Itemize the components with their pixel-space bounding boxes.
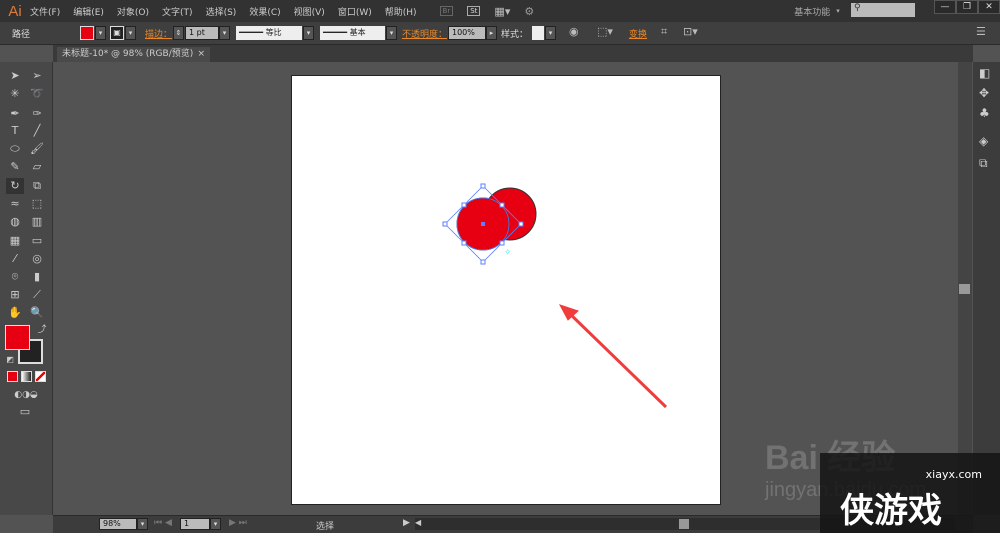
vertical-scrollbar[interactable] (958, 62, 972, 515)
status-menu-arrow[interactable]: ▶ (403, 518, 410, 528)
xiayx-url: xiayx.com (925, 468, 982, 481)
status-mode[interactable]: 选择 (316, 519, 334, 532)
artboard-dropdown[interactable]: ▾ (210, 518, 221, 530)
zoom-dropdown[interactable]: ▾ (137, 518, 148, 530)
center-point (481, 222, 485, 226)
brushes-panel-icon[interactable]: ✥ (979, 86, 989, 100)
zoom-input[interactable]: 98% (99, 518, 137, 530)
annotation-arrow (558, 304, 668, 409)
color-panel-icon[interactable]: ◧ (979, 66, 990, 80)
artboard-nav-next[interactable]: ▶ ⏭ (229, 518, 247, 528)
scroll-thumb[interactable] (959, 284, 970, 294)
artboard-number-input[interactable]: 1 (180, 518, 210, 530)
h-scroll-thumb[interactable] (679, 519, 689, 529)
xiayx-logo-text: 侠游戏 (840, 491, 942, 531)
artboards-panel-icon[interactable]: ⧉ (979, 156, 988, 171)
symbols-panel-icon[interactable]: ♣ (979, 106, 990, 120)
artboard-nav-prev[interactable]: ⏮ ◀ (154, 518, 172, 528)
layers-panel-icon[interactable]: ◈ (979, 134, 988, 148)
rotate-origin-icon[interactable]: ✧ (504, 248, 512, 258)
xiayx-watermark: xiayx.com 侠游戏 (820, 453, 1000, 533)
right-panel-dock: ◧ ✥ ♣ ◈ ⧉ (973, 62, 1000, 515)
